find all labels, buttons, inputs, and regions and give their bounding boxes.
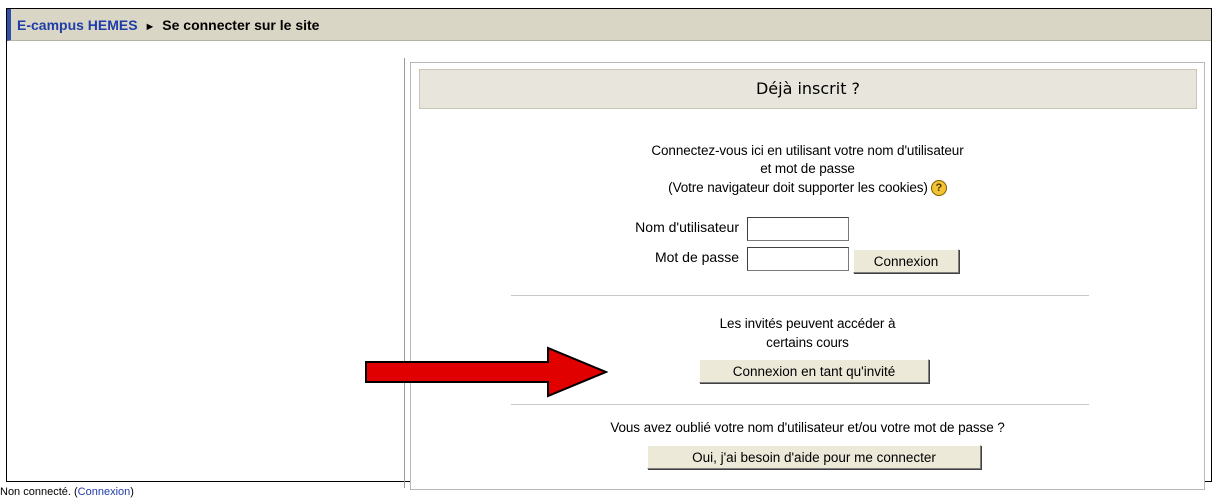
- login-intro-line1: Connectez-vous ici en utilisant votre no…: [651, 143, 964, 158]
- arrow-pointer-icon: [365, 346, 608, 398]
- login-intro-line3-row: (Votre navigateur doit supporter les coo…: [411, 180, 1204, 197]
- breadcrumb-separator-icon: ►: [144, 21, 156, 33]
- login-box-title: Déjà inscrit ?: [755, 79, 861, 98]
- guest-info-line1: Les invités peuvent accéder à: [719, 316, 896, 331]
- help-icon[interactable]: ?: [930, 180, 947, 197]
- login-submit-button[interactable]: Connexion: [853, 249, 959, 273]
- login-box: Déjà inscrit ? Connectez-vous ici en uti…: [410, 62, 1205, 490]
- login-intro-line2: et mot de passe: [760, 161, 855, 176]
- guest-login-button[interactable]: Connexion en tant qu'invité: [699, 359, 929, 383]
- breadcrumb-current-page: Se connecter sur le site: [162, 17, 320, 33]
- username-label: Nom d'utilisateur: [635, 219, 739, 235]
- forgot-question: Vous avez oublié votre nom d'utilisateur…: [610, 420, 1005, 435]
- password-label: Mot de passe: [654, 249, 739, 265]
- login-intro-line3: (Votre navigateur doit supporter les coo…: [668, 180, 928, 195]
- login-box-header: Déjà inscrit ?: [419, 69, 1197, 109]
- footer-open-paren: (: [70, 486, 78, 498]
- section-divider-forgot: [511, 404, 1089, 405]
- footer-login-link[interactable]: Connexion: [78, 486, 131, 498]
- login-status-footer: Non connecté. (Connexion): [0, 486, 134, 498]
- login-status-text: Non connecté.: [0, 486, 71, 498]
- breadcrumb-home-link[interactable]: E-campus HEMES: [17, 17, 138, 33]
- section-divider-guest: [511, 295, 1089, 296]
- username-input[interactable]: [747, 217, 849, 241]
- column-divider: [404, 58, 405, 488]
- password-input[interactable]: [747, 247, 849, 271]
- forgot-help-button[interactable]: Oui, j'ai besoin d'aide pour me connecte…: [647, 445, 981, 469]
- footer-close-paren: ): [130, 486, 134, 498]
- navigation-bar: E-campus HEMES ► Se connecter sur le sit…: [7, 9, 1211, 41]
- breadcrumb: E-campus HEMES ► Se connecter sur le sit…: [17, 9, 319, 43]
